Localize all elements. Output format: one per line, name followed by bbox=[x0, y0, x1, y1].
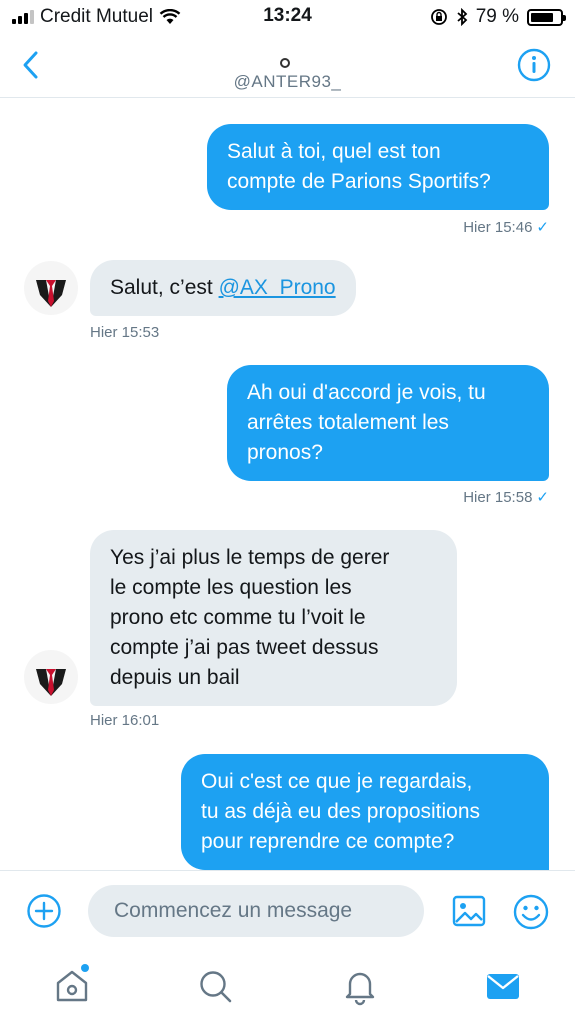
avatar[interactable] bbox=[24, 650, 78, 704]
add-media-button[interactable] bbox=[26, 893, 62, 929]
message-bubble-outgoing[interactable]: Ah oui d'accord je vois, tu arrêtes tota… bbox=[227, 365, 549, 481]
message-line: tu as déjà eu des propositions bbox=[201, 800, 481, 823]
suit-tie-logo bbox=[36, 669, 66, 696]
message-input[interactable] bbox=[88, 885, 424, 937]
message-bubble-outgoing[interactable]: Oui c'est ce que je regardais, tu as déj… bbox=[181, 754, 549, 870]
mail-icon bbox=[487, 974, 519, 999]
message-line: depuis un bail bbox=[110, 666, 240, 689]
info-icon bbox=[517, 48, 551, 82]
bell-icon bbox=[345, 972, 375, 1006]
suit-tie-logo bbox=[36, 280, 66, 307]
sent-check-icon: ✓ bbox=[536, 489, 549, 506]
home-icon bbox=[56, 970, 88, 1002]
message-line: pronos? bbox=[247, 441, 323, 464]
message-line: prono etc comme tu l’voit le bbox=[110, 606, 366, 629]
notification-dot bbox=[81, 964, 89, 972]
message-timestamp: Hier 16:01 bbox=[90, 712, 160, 729]
status-right: 79 % bbox=[430, 6, 566, 28]
message-line: Oui c'est ce que je regardais, bbox=[201, 770, 473, 793]
rotation-lock-icon bbox=[430, 9, 447, 25]
sent-check-icon: ✓ bbox=[536, 219, 549, 236]
battery-percent: 79 % bbox=[475, 6, 519, 27]
search-icon bbox=[200, 971, 232, 1003]
message-line: le compte les question les bbox=[110, 576, 352, 599]
message-line: pour reprendre ce compte? bbox=[201, 830, 455, 853]
message-line: Salut à toi, quel est ton bbox=[227, 140, 441, 163]
battery-level bbox=[531, 12, 554, 22]
conversation-handle[interactable]: @ANTER93_ bbox=[0, 72, 575, 92]
tab-notifications[interactable] bbox=[340, 966, 380, 1006]
message-bubble-incoming[interactable]: Yes j’ai plus le temps de gerer le compt… bbox=[90, 530, 457, 706]
conversation-header: @ANTER93_ bbox=[0, 34, 575, 98]
message-line: compte de Parions Sportifs? bbox=[227, 170, 491, 193]
message-line: Yes j’ai plus le temps de gerer bbox=[110, 546, 390, 569]
message-line: Ah oui d'accord je vois, tu bbox=[247, 381, 486, 404]
message-timestamp: Hier 15:46 ✓ bbox=[463, 218, 549, 236]
image-icon bbox=[452, 895, 486, 927]
status-bar: Credit Mutuel 13:24 79 % bbox=[0, 0, 575, 34]
message-line: compte j’ai pas tweet dessus bbox=[110, 636, 379, 659]
message-timestamp: Hier 15:53 bbox=[90, 324, 160, 341]
composer-bar bbox=[0, 870, 575, 952]
image-button[interactable] bbox=[451, 893, 487, 929]
message-line: arrêtes totalement les bbox=[247, 411, 449, 434]
tab-bar bbox=[0, 952, 575, 1024]
info-button[interactable] bbox=[517, 48, 551, 82]
mention-link[interactable]: @AX_Prono bbox=[219, 276, 336, 299]
timestamp-text: Hier 15:58 bbox=[463, 489, 533, 506]
bluetooth-icon bbox=[457, 8, 468, 26]
timestamp-text: Hier 15:46 bbox=[463, 219, 533, 236]
emoji-icon bbox=[513, 894, 549, 930]
message-text: Salut, c’est bbox=[110, 276, 219, 299]
battery-icon bbox=[527, 8, 566, 26]
message-timestamp: Hier 15:58 ✓ bbox=[463, 488, 549, 506]
message-bubble-incoming[interactable]: Salut, c’est @AX_Prono bbox=[90, 260, 356, 316]
message-list[interactable]: Salut à toi, quel est ton compte de Pari… bbox=[0, 99, 575, 870]
tab-search[interactable] bbox=[195, 966, 235, 1006]
plus-circle-icon bbox=[27, 894, 61, 928]
avatar[interactable] bbox=[24, 261, 78, 315]
tab-messages[interactable] bbox=[483, 966, 523, 1006]
tab-home[interactable] bbox=[52, 966, 92, 1006]
emoji-button[interactable] bbox=[512, 893, 550, 931]
header-avatar[interactable] bbox=[280, 58, 290, 68]
message-bubble-outgoing[interactable]: Salut à toi, quel est ton compte de Pari… bbox=[207, 124, 549, 210]
